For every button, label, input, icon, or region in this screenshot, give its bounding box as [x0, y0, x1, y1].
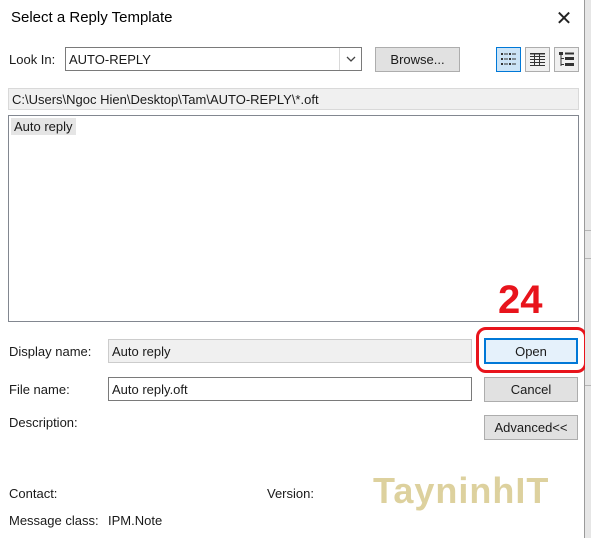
- background-window-edge: [585, 0, 591, 538]
- list-view-button[interactable]: [496, 47, 521, 72]
- divider: [585, 385, 591, 386]
- details-view-button[interactable]: [525, 47, 550, 72]
- file-name-value: Auto reply.oft: [112, 382, 188, 397]
- display-name-value: Auto reply: [112, 344, 171, 359]
- step-number-annotation: 24: [498, 278, 543, 322]
- contact-label: Contact:: [9, 486, 58, 501]
- file-name-label: File name:: [9, 382, 70, 397]
- folder-path: C:\Users\Ngoc Hien\Desktop\Tam\AUTO-REPL…: [8, 88, 579, 110]
- cancel-button[interactable]: Cancel: [484, 377, 578, 402]
- version-label: Version:: [267, 486, 314, 501]
- file-name-field[interactable]: Auto reply.oft: [108, 377, 472, 401]
- chevron-down-icon[interactable]: [339, 48, 361, 70]
- folder-path-text: C:\Users\Ngoc Hien\Desktop\Tam\AUTO-REPL…: [12, 92, 319, 107]
- dialog-title: Select a Reply Template: [11, 9, 173, 26]
- description-label: Description:: [9, 415, 78, 430]
- close-icon[interactable]: ✕: [553, 8, 575, 30]
- template-list[interactable]: Auto reply: [8, 115, 579, 322]
- tree-view-icon: [559, 52, 574, 66]
- display-name-label: Display name:: [9, 344, 92, 359]
- message-class-value: IPM.Note: [108, 513, 163, 528]
- open-button-highlight: [476, 327, 587, 373]
- look-in-dropdown[interactable]: AUTO-REPLY: [65, 47, 362, 71]
- message-class-label: Message class:: [9, 513, 99, 528]
- divider: [585, 230, 591, 231]
- details-view-icon: [530, 53, 545, 66]
- list-item[interactable]: Auto reply: [11, 118, 76, 135]
- browse-button[interactable]: Browse...: [375, 47, 460, 72]
- advanced-button[interactable]: Advanced<<: [484, 415, 578, 440]
- tree-view-button[interactable]: [554, 47, 579, 72]
- list-view-icon: [501, 53, 516, 65]
- watermark-logo: TayninhIT: [373, 470, 550, 511]
- reply-template-dialog: Select a Reply Template ✕ Look In: AUTO-…: [0, 0, 587, 538]
- display-name-field: Auto reply: [108, 339, 472, 363]
- look-in-label: Look In:: [9, 52, 56, 67]
- divider: [585, 258, 591, 259]
- look-in-value: AUTO-REPLY: [69, 52, 151, 67]
